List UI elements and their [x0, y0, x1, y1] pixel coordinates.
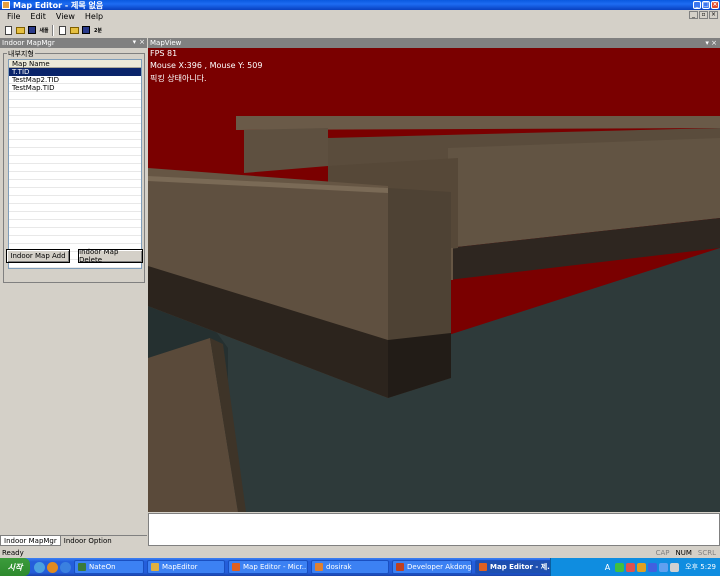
indoor-map-delete-button[interactable]: Indoor Map Delete — [78, 248, 143, 264]
open-file-button[interactable] — [15, 25, 25, 35]
tray-app-icon[interactable] — [648, 562, 658, 572]
ie-icon[interactable] — [60, 561, 71, 573]
map-view-caption-buttons[interactable]: ▾ × — [705, 38, 717, 48]
status-text: Ready — [2, 548, 24, 557]
taskbar-item-dosirak[interactable]: dosirak — [311, 560, 389, 574]
taskbar-item-map-editor[interactable]: Map Editor - 제... — [475, 560, 555, 574]
map-view-panel[interactable]: MapView ▾ × FPS 81 Mouse X:396 , Mouse Y… — [148, 38, 720, 512]
map-view-title: MapView — [150, 39, 182, 47]
language-indicator[interactable]: A — [605, 563, 610, 572]
folder-open-icon — [15, 26, 25, 34]
close-button[interactable]: × — [711, 1, 719, 9]
start-label: 시작 — [7, 562, 23, 572]
tab-indoor-mapmgr[interactable]: Indoor MapMgr — [0, 536, 61, 546]
title-bar[interactable]: Map Editor - 제목 없음 _ □ × — [0, 0, 720, 10]
taskbar-item-mapeditor-folder[interactable]: MapEditor — [147, 560, 225, 574]
mdi-restore-button[interactable]: ▫ — [699, 11, 708, 19]
toolbar-text-button-1[interactable]: 새폴 — [39, 25, 49, 35]
list-item[interactable]: TestMap2.TID — [9, 76, 141, 84]
toolbar-separator — [52, 24, 54, 36]
column-header-map-name[interactable]: Map Name — [9, 60, 141, 68]
desktop-icon[interactable] — [34, 561, 45, 573]
window-controls: _ □ × — [693, 1, 719, 9]
folder-icon — [151, 563, 159, 571]
maximize-button[interactable]: □ — [702, 1, 710, 9]
new-file-button-2[interactable] — [57, 25, 67, 35]
map-list[interactable]: Map Name T.TID TestMap2.TID TestMap.TID — [8, 59, 142, 269]
taskbar-item-visual-studio[interactable]: Map Editor - Micr... — [228, 560, 308, 574]
far-wall — [244, 128, 328, 173]
toolbar: 새폴 2분 — [0, 23, 125, 37]
picking-status: 픽킹 상태아니다. — [150, 74, 207, 83]
panel-tabs: Indoor MapMgr Indoor Option — [0, 535, 147, 546]
mdi-controls: _ ▫ × — [689, 11, 718, 19]
group-title: 내부지형 — [7, 49, 35, 59]
menu-view[interactable]: View — [52, 12, 79, 21]
map-view-caption[interactable]: MapView ▾ × — [148, 38, 720, 48]
panel-close-icon[interactable]: × — [139, 38, 145, 46]
num-indicator: NUM — [675, 548, 692, 557]
panel-title: Indoor MapMgr — [2, 39, 55, 47]
panel-pin-icon[interactable]: ▾ — [133, 38, 137, 46]
map-editor-window: Map Editor - 제목 없음 _ □ × File Edit View … — [0, 0, 720, 576]
map-editor-icon — [479, 563, 487, 571]
list-item[interactable]: TestMap.TID — [9, 84, 141, 92]
taskbar-item-nateon[interactable]: NateOn — [74, 560, 144, 574]
window-title: Map Editor - 제목 없음 — [13, 0, 104, 10]
save-file-button[interactable] — [27, 25, 37, 35]
dosirak-icon — [315, 563, 323, 571]
mouse-readout: Mouse X:396 , Mouse Y: 509 — [150, 61, 263, 70]
far-wall-top — [236, 116, 720, 130]
output-pane[interactable] — [148, 513, 720, 546]
toolbar-text-button-2[interactable]: 2분 — [93, 25, 103, 35]
developer-icon — [396, 563, 404, 571]
open-file-button-2[interactable] — [69, 25, 79, 35]
scroll-indicator: SCRL — [697, 548, 716, 557]
nateon-icon — [78, 563, 86, 571]
taskbar: 시작 NateOn MapEditor Map Editor - Micr...… — [0, 558, 720, 576]
3d-viewport[interactable] — [148, 48, 720, 512]
tray-volume-icon[interactable] — [659, 562, 669, 572]
tray-network-icon[interactable] — [615, 562, 625, 572]
minimize-button[interactable]: _ — [693, 1, 701, 9]
system-tray: A 오후 5:29 — [550, 558, 720, 576]
caps-indicator: CAP — [655, 548, 670, 557]
tab-indoor-option[interactable]: Indoor Option — [61, 536, 115, 546]
menu-edit[interactable]: Edit — [26, 12, 50, 21]
new-file-icon — [4, 25, 12, 35]
quick-launch — [34, 561, 71, 573]
tray-security-icon[interactable] — [626, 562, 636, 572]
panel-caption[interactable]: Indoor MapMgr ▾ × — [0, 38, 147, 48]
start-button[interactable]: 시작 — [0, 558, 30, 576]
app-icon — [232, 563, 240, 571]
status-bar: Ready CAP NUM SCRL — [0, 547, 720, 558]
indoor-map-add-button[interactable]: Indoor Map Add — [6, 249, 70, 263]
clock[interactable]: 오후 5:29 — [685, 562, 716, 572]
key-indicators: CAP NUM SCRL — [656, 547, 716, 558]
fps-readout: FPS 81 — [150, 49, 178, 58]
folder-open-icon — [69, 26, 79, 34]
menu-bar: File Edit View Help — [0, 11, 720, 22]
taskbar-item-developer[interactable]: Developer Akdong... — [392, 560, 472, 574]
new-file-button[interactable] — [3, 25, 13, 35]
tray-update-icon[interactable] — [670, 562, 680, 572]
new-file-icon — [58, 25, 66, 35]
menu-file[interactable]: File — [3, 12, 24, 21]
panel-caption-buttons: ▾ × — [133, 38, 145, 46]
save-icon — [82, 26, 90, 34]
mdi-minimize-button[interactable]: _ — [689, 11, 698, 19]
menu-help[interactable]: Help — [81, 12, 107, 21]
tray-messenger-icon[interactable] — [637, 562, 647, 572]
save-file-button-2[interactable] — [81, 25, 91, 35]
app-icon — [2, 1, 10, 9]
save-icon — [28, 26, 36, 34]
mdi-close-button[interactable]: × — [709, 11, 718, 19]
list-item[interactable]: T.TID — [9, 68, 141, 76]
indoor-mapmgr-panel: Indoor MapMgr ▾ × 내부지형 Map Name T.TID Te… — [0, 38, 147, 546]
browser-icon[interactable] — [47, 561, 58, 573]
